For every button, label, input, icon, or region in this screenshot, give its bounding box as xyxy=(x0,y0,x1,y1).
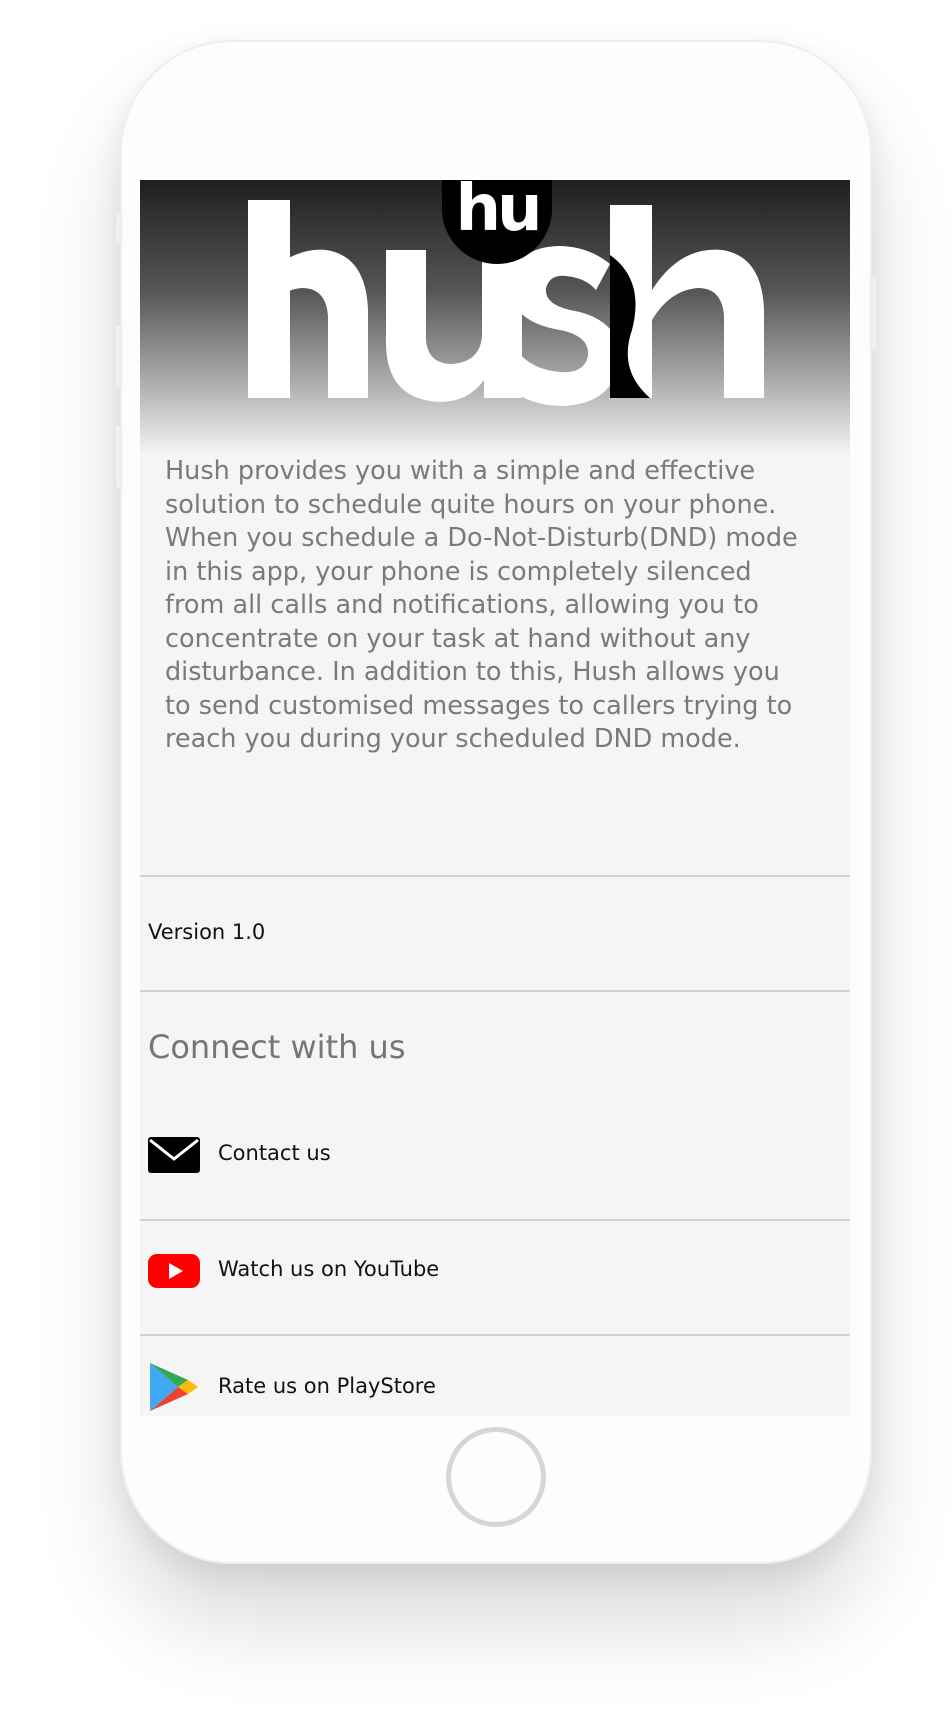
mute-switch xyxy=(115,212,122,244)
divider xyxy=(140,875,850,877)
divider xyxy=(140,990,850,992)
mockup-stage: hu Hush provides you with a simple and e… xyxy=(0,0,952,1724)
connect-section-title: Connect with us xyxy=(148,1028,406,1066)
app-screen: hu Hush provides you with a simple and e… xyxy=(140,150,850,1416)
playstore-link[interactable]: Rate us on PlayStore xyxy=(140,1336,850,1416)
playstore-label: Rate us on PlayStore xyxy=(218,1374,436,1398)
contact-us-link[interactable]: Contact us xyxy=(140,1105,850,1217)
home-button[interactable] xyxy=(446,1427,546,1527)
power-button xyxy=(870,276,877,350)
app-description: Hush provides you with a simple and effe… xyxy=(165,456,798,754)
playstore-icon xyxy=(150,1363,198,1411)
badge-text: hu xyxy=(455,180,542,246)
mail-icon xyxy=(148,1137,200,1173)
youtube-icon xyxy=(148,1254,200,1288)
volume-down-button xyxy=(115,425,122,489)
version-label: Version 1.0 xyxy=(148,920,266,944)
youtube-link[interactable]: Watch us on YouTube xyxy=(140,1221,850,1333)
volume-up-button xyxy=(115,325,122,389)
contact-us-label: Contact us xyxy=(218,1141,331,1165)
hero-banner: hu xyxy=(140,180,850,455)
status-area xyxy=(140,150,850,180)
youtube-label: Watch us on YouTube xyxy=(218,1257,440,1281)
